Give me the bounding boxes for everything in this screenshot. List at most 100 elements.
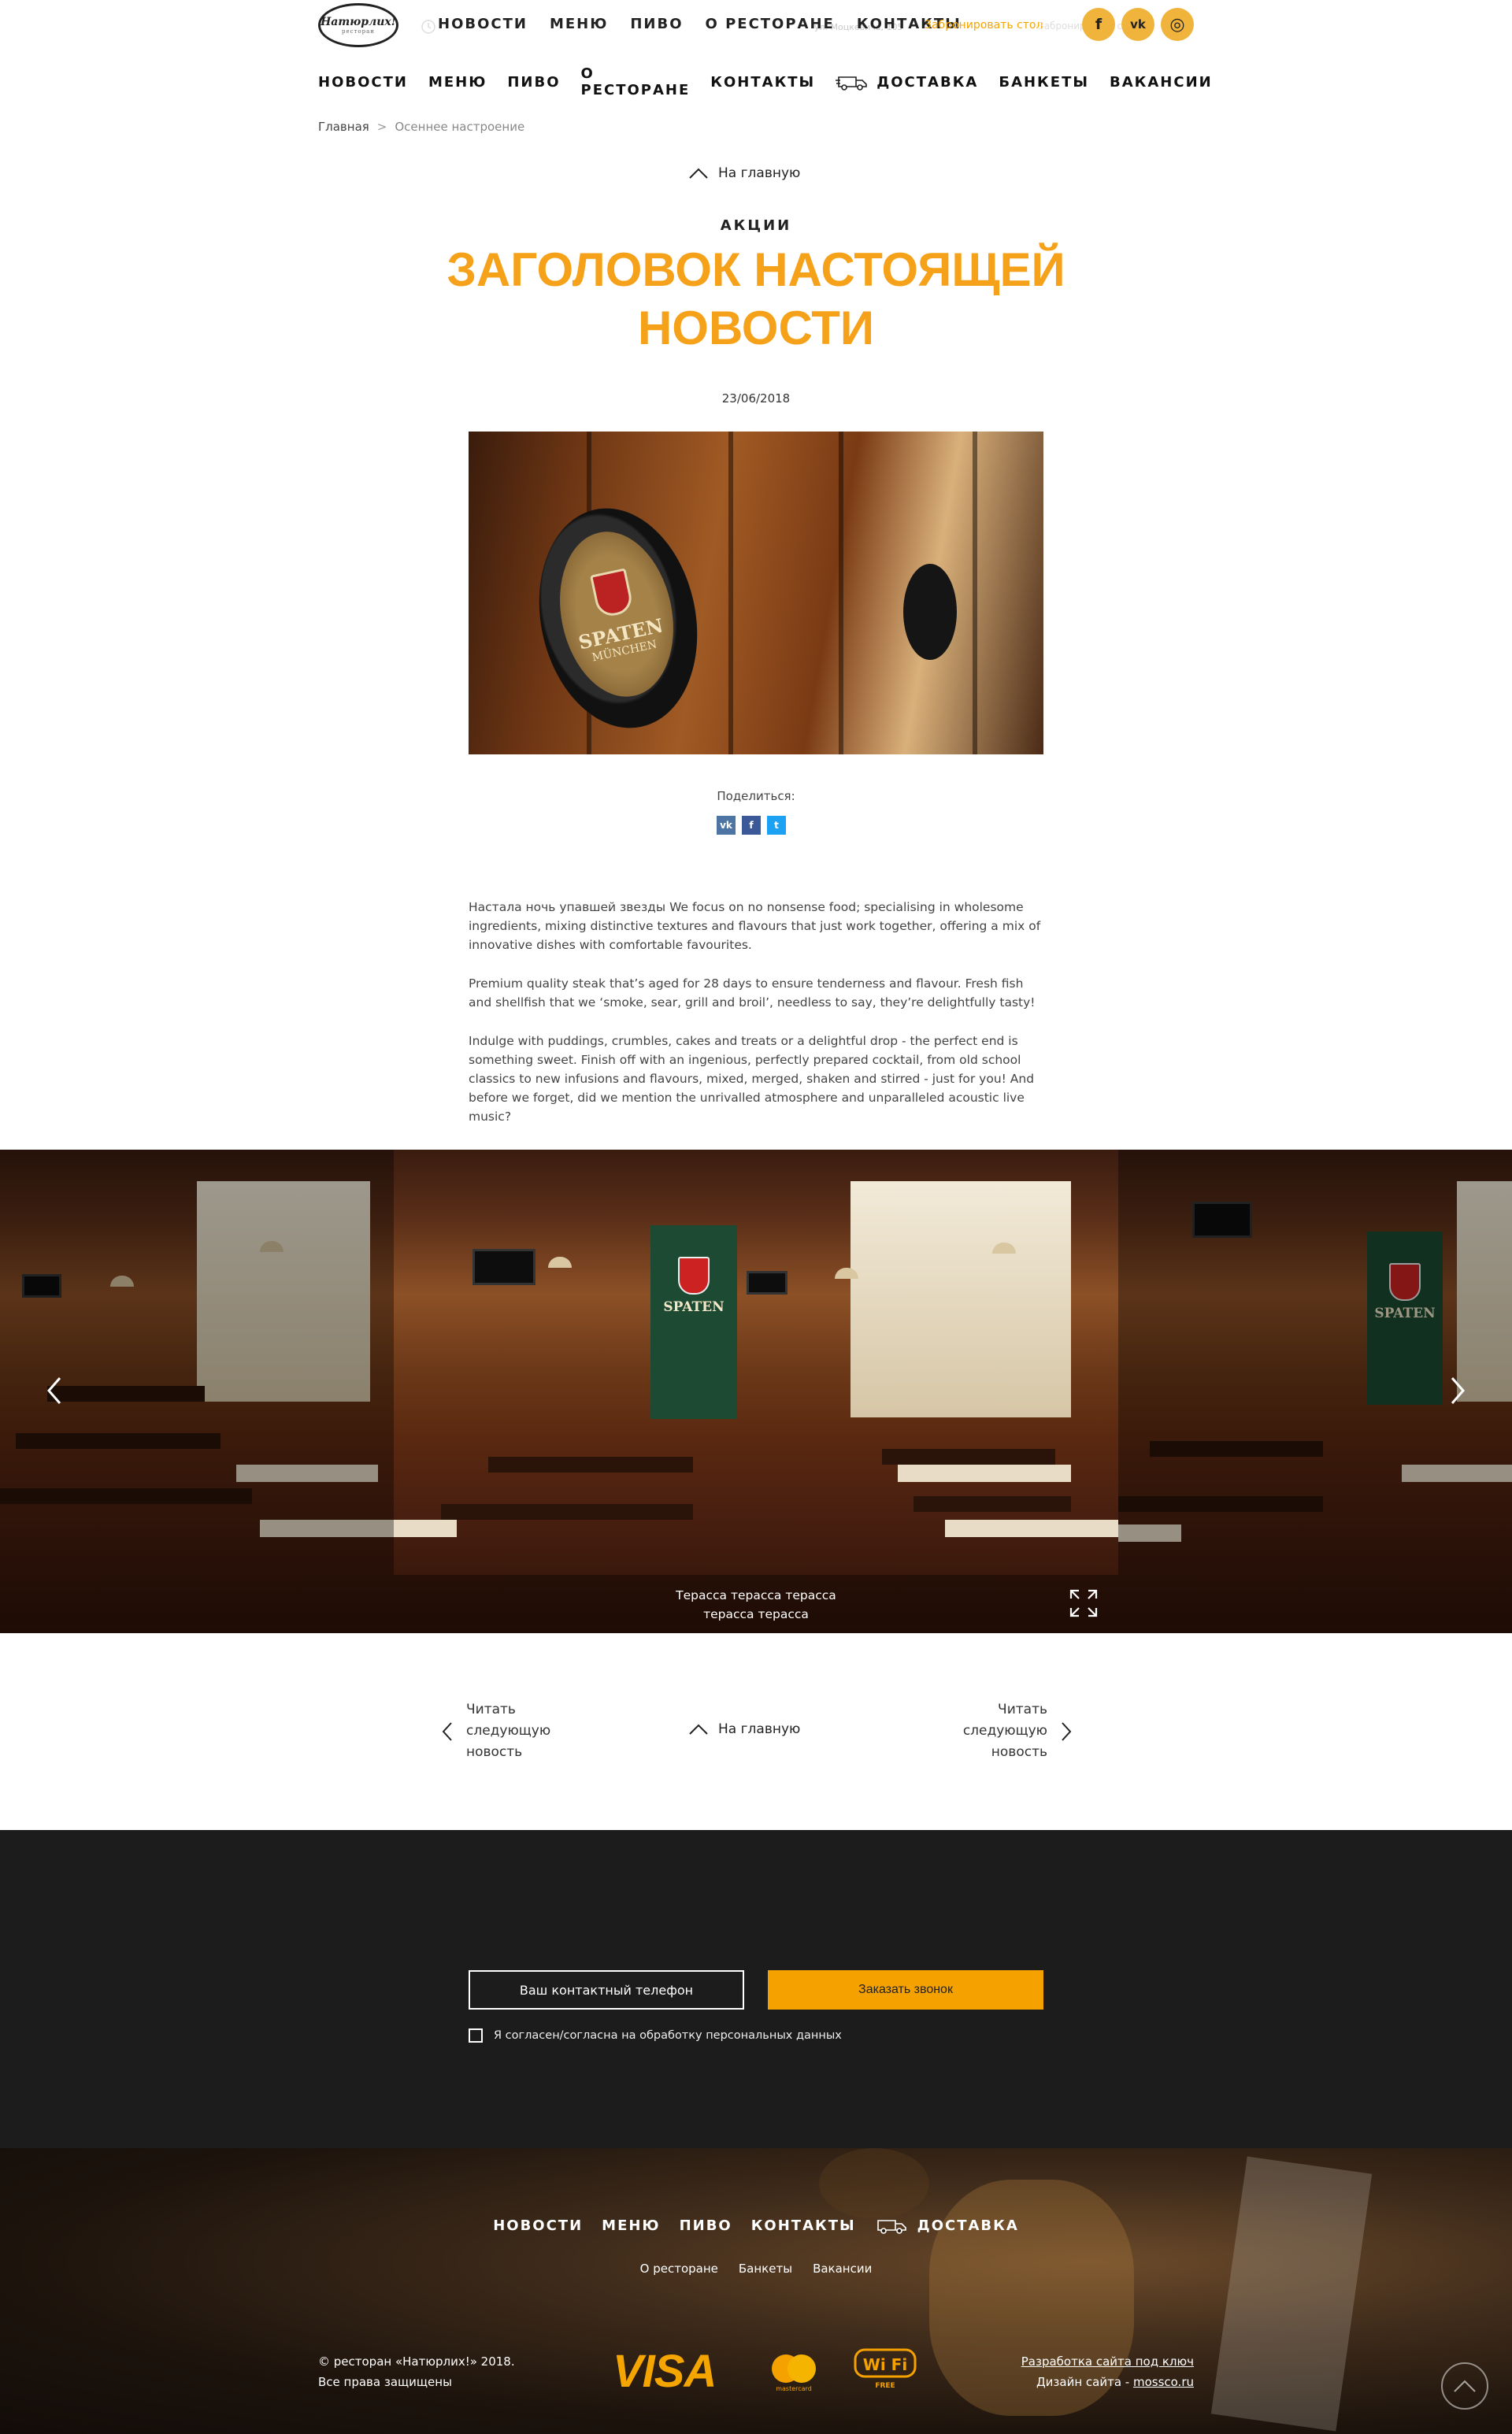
logo[interactable]: Натюрлих! ресторан	[318, 3, 398, 47]
facebook-glyph: f	[1095, 16, 1102, 33]
main-nav: НОВОСТИ МЕНЮ ПИВО О РЕСТОРАНЕ КОНТАКТЫ Д…	[318, 65, 1211, 98]
article-date: 23/06/2018	[721, 391, 791, 406]
article-paragraph-2: Premium quality steak that’s aged for 28…	[469, 976, 1036, 1010]
next-article-label: Читать следующую новость	[962, 1702, 1047, 1760]
design-credit-prefix: Дизайн сайта -	[1036, 2375, 1133, 2389]
developer-credits: Разработка сайта под ключ Дизайн сайта -…	[1021, 2351, 1194, 2392]
footer-sub-nav: О ресторане Банкеты Вакансии	[0, 2262, 1512, 2276]
wifi-free-logo: Wi Fi FREE	[854, 2348, 917, 2390]
breadcrumb-current: Осеннее настроение	[395, 120, 525, 134]
vk-share-glyph: vk	[720, 820, 732, 831]
nav-contacts[interactable]: КОНТАКТЫ	[710, 74, 815, 91]
footer-nav-menu[interactable]: МЕНЮ	[602, 2217, 660, 2234]
article-body: Настала ночь упавшей звезды We focus on …	[469, 898, 1047, 1146]
facebook-share-icon[interactable]: f	[742, 816, 761, 835]
footer-nav-news[interactable]: НОВОСТИ	[493, 2217, 583, 2234]
prev-article-link[interactable]: Читать следующую новость	[441, 1699, 553, 1763]
wifi-free-text: FREE	[875, 2382, 895, 2390]
footer-link-about[interactable]: О ресторане	[640, 2262, 718, 2276]
spaten-banner-shield-icon	[678, 1257, 710, 1295]
breadcrumb-home[interactable]: Главная	[318, 120, 369, 134]
footer-nav-delivery[interactable]: ДОСТАВКА	[875, 2216, 1019, 2235]
article-category: АКЦИИ	[720, 217, 792, 234]
visa-logo: VISA	[613, 2346, 717, 2397]
footer-link-vacancies[interactable]: Вакансии	[813, 2262, 872, 2276]
pager-home-label: На главную	[718, 1721, 801, 1737]
instagram-icon[interactable]: ◎	[1161, 8, 1194, 41]
nav-banquets[interactable]: БАНКЕТЫ	[999, 74, 1089, 91]
vk-share-icon[interactable]: vk	[717, 816, 736, 835]
breadcrumb-separator: >	[376, 120, 387, 134]
footer-nav-contacts[interactable]: КОНТАКТЫ	[751, 2217, 856, 2234]
article-paragraph-1: Настала ночь упавшей звезды We focus on …	[469, 900, 1041, 952]
article-title: ЗАГОЛОВОК НАСТОЯЩЕЙ НОВОСТИ	[447, 243, 1065, 354]
book-table-link[interactable]: Забронировать стол	[925, 19, 1043, 31]
nav-menu[interactable]: МЕНЮ	[428, 74, 487, 91]
nav-beer[interactable]: ПИВО	[507, 74, 560, 91]
sticky-nav-beer[interactable]: ПИВО	[630, 16, 683, 32]
delivery-truck-icon	[836, 76, 868, 91]
back-to-home-label: На главную	[718, 165, 801, 181]
order-call-button[interactable]: Заказать звонок	[768, 1970, 1043, 2010]
dev-credit-link[interactable]: Разработка сайта под ключ	[1021, 2351, 1194, 2372]
expand-icon[interactable]	[1068, 1587, 1099, 1619]
design-credit: Дизайн сайта - mossco.ru	[1021, 2372, 1194, 2392]
share-label: Поделиться:	[717, 789, 795, 803]
chevron-left-icon[interactable]	[44, 1375, 63, 1406]
footer-link-banquets[interactable]: Банкеты	[739, 2262, 792, 2276]
copyright-line: © ресторан «Натюрлих!» 2018.	[318, 2354, 515, 2369]
consent-checkbox[interactable]	[469, 2028, 483, 2043]
nav-delivery-label: ДОСТАВКА	[876, 73, 979, 91]
nav-delivery[interactable]: ДОСТАВКА	[836, 72, 978, 91]
consent-row[interactable]: Я согласен/согласна на обработку персона…	[469, 2028, 842, 2043]
nav-vacancies[interactable]: ВАКАНСИИ	[1110, 74, 1213, 91]
footer-delivery-truck-icon	[876, 2220, 906, 2234]
arrow-up-icon	[1454, 2380, 1476, 2392]
twitter-share-glyph: t	[774, 820, 779, 831]
article-hero-image: SPATEN MÜNCHEN	[469, 432, 1043, 754]
gallery-slide-active[interactable]: SPATEN	[394, 1150, 1118, 1633]
rights-line: Все права защищены	[318, 2375, 452, 2389]
chevron-right-icon[interactable]	[1449, 1375, 1468, 1406]
footer-nav-beer[interactable]: ПИВО	[680, 2217, 732, 2234]
spaten-banner: SPATEN	[650, 1225, 737, 1419]
back-to-home-link[interactable]: На главную	[688, 165, 800, 181]
sticky-nav-menu[interactable]: МЕНЮ	[550, 16, 608, 32]
twitter-share-icon[interactable]: t	[767, 816, 786, 835]
prev-article-label: Читать следующую новость	[466, 1702, 551, 1760]
chevron-left-small-icon	[442, 1721, 452, 1741]
sticky-nav-about[interactable]: О РЕСТОРАНЕ	[706, 16, 835, 32]
mastercard-logo: mastercard	[772, 2354, 816, 2392]
chevron-up-icon	[689, 168, 708, 179]
small-barrel-shape	[903, 564, 957, 660]
breadcrumb: Главная > Осеннее настроение	[318, 120, 524, 134]
footer-nav-delivery-label: ДОСТАВКА	[917, 2217, 1019, 2234]
footer-nav: НОВОСТИ МЕНЮ ПИВО КОНТАКТЫ ДОСТАВКА	[0, 2216, 1512, 2235]
logo-text: Натюрлих!	[321, 16, 396, 28]
facebook-share-glyph: f	[749, 820, 754, 831]
pager-home-link[interactable]: На главную	[688, 1721, 800, 1737]
clock-icon	[421, 20, 435, 34]
chevron-up-small-icon	[689, 1724, 708, 1735]
design-credit-link[interactable]: mossco.ru	[1133, 2375, 1194, 2389]
phone-input[interactable]	[469, 1970, 744, 2010]
consent-label: Я согласен/согласна на обработку персона…	[494, 2029, 842, 2042]
scroll-to-top-button[interactable]	[1441, 2362, 1488, 2410]
nav-about[interactable]: О РЕСТОРАНЕ	[581, 65, 691, 98]
gallery-caption: Терасса терасса терасса терасса терасса	[394, 1586, 1118, 1624]
spaten-shield-icon	[589, 567, 635, 619]
vk-icon[interactable]: vk	[1121, 8, 1154, 41]
callback-section	[0, 1830, 1512, 2148]
next-article-link[interactable]: Читать следующую новость	[961, 1699, 1073, 1763]
copyright: © ресторан «Натюрлих!» 2018. Все права з…	[318, 2351, 515, 2392]
facebook-icon[interactable]: f	[1082, 8, 1115, 41]
spaten-banner-text: SPATEN	[663, 1299, 724, 1315]
chevron-right-small-icon	[1062, 1721, 1072, 1741]
article-paragraph-3: Indulge with puddings, crumbles, cakes a…	[469, 1034, 1035, 1124]
sticky-nav-news[interactable]: НОВОСТИ	[438, 16, 528, 32]
instagram-glyph: ◎	[1169, 14, 1185, 35]
gallery-caption-text: Терасса терасса терасса терасса терасса	[676, 1588, 836, 1621]
mastercard-text: mastercard	[776, 2385, 812, 2392]
nav-news[interactable]: НОВОСТИ	[318, 74, 408, 91]
nav-right-group: БАНКЕТЫ ВАКАНСИИ	[999, 74, 1212, 91]
